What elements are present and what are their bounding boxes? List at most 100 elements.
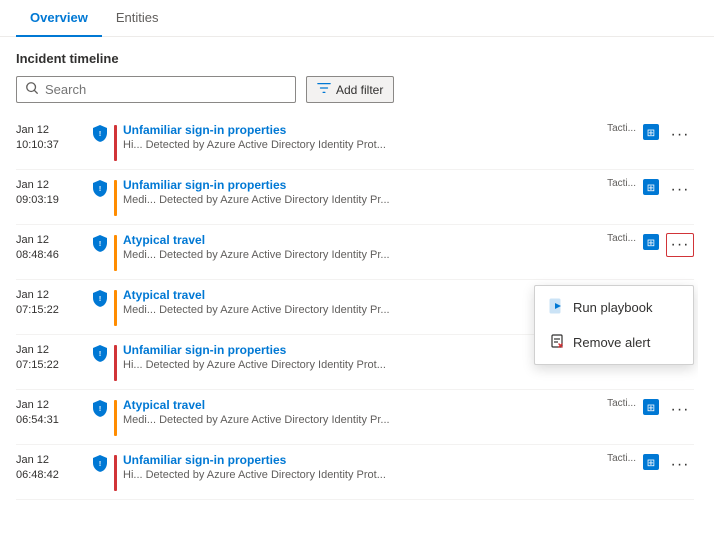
tactic-badge: Tacti... [607, 123, 636, 134]
menu-item-label: Remove alert [573, 335, 650, 350]
tab-overview[interactable]: Overview [16, 0, 102, 37]
incident-datetime: Jan 1206:54:31 [16, 398, 86, 429]
toolbar: Add filter [16, 76, 698, 103]
incident-list: Jan 1210:10:37! Unfamiliar sign-in prope… [16, 115, 694, 500]
incident-row-wrapper: Jan 1206:48:42! Unfamiliar sign-in prope… [16, 445, 694, 500]
table-row: Jan 1208:48:46! Atypical travel Medi... … [16, 225, 694, 280]
main-content: Incident timeline Add filter Jan 12 [0, 37, 714, 505]
incident-title: Atypical travel [123, 288, 601, 302]
add-filter-button[interactable]: Add filter [306, 76, 394, 103]
incident-info: Unfamiliar sign-in properties Hi... Dete… [123, 453, 601, 481]
timeline-container: Jan 1210:10:37! Unfamiliar sign-in prope… [16, 115, 698, 505]
more-options-button[interactable]: ··· [666, 233, 694, 257]
more-options-button[interactable]: ··· [666, 178, 694, 202]
tactic-badge: Tacti... [607, 233, 636, 244]
incident-info: Atypical travel Medi... Detected by Azur… [123, 233, 601, 261]
svg-text:!: ! [99, 131, 101, 138]
incident-meta: Medi... Detected by Azure Active Directo… [123, 249, 601, 261]
menu-item-label: Run playbook [573, 300, 653, 315]
tab-entities[interactable]: Entities [102, 0, 173, 37]
shield-icon: ! [92, 234, 108, 252]
incident-datetime: Jan 1206:48:42 [16, 453, 86, 484]
incident-title: Atypical travel [123, 398, 601, 412]
remove-icon [549, 333, 565, 352]
svg-text:!: ! [99, 461, 101, 468]
incident-meta: Hi... Detected by Azure Active Directory… [123, 469, 601, 481]
incident-title: Unfamiliar sign-in properties [123, 123, 601, 137]
incident-row-wrapper: Jan 1209:03:19! Unfamiliar sign-in prope… [16, 170, 694, 225]
tactic-badge: Tacti... [607, 178, 636, 189]
tab-bar: Overview Entities [0, 0, 714, 37]
search-input[interactable] [45, 82, 287, 97]
incident-meta: Hi... Detected by Azure Active Directory… [123, 139, 601, 151]
timeline-scroll[interactable]: Jan 1210:10:37! Unfamiliar sign-in prope… [16, 115, 698, 505]
incident-meta: Hi... Detected by Azure Active Directory… [123, 359, 601, 371]
incident-info: Atypical travel Medi... Detected by Azur… [123, 288, 601, 316]
svg-text:⊞: ⊞ [647, 238, 655, 249]
incident-datetime: Jan 1208:48:46 [16, 233, 86, 264]
table-row: Jan 1206:48:42! Unfamiliar sign-in prope… [16, 445, 694, 500]
incident-info: Atypical travel Medi... Detected by Azur… [123, 398, 601, 426]
section-title: Incident timeline [16, 51, 698, 66]
table-row: Jan 1209:03:19! Unfamiliar sign-in prope… [16, 170, 694, 225]
incident-title: Unfamiliar sign-in properties [123, 343, 601, 357]
context-menu: Run playbook Remove alert [534, 285, 694, 365]
incident-info: Unfamiliar sign-in properties Hi... Dete… [123, 343, 601, 371]
incident-meta: Medi... Detected by Azure Active Directo… [123, 304, 601, 316]
incident-title: Unfamiliar sign-in properties [123, 178, 601, 192]
shield-icon: ! [92, 179, 108, 197]
incident-row-wrapper: Jan 1210:10:37! Unfamiliar sign-in prope… [16, 115, 694, 170]
more-options-button[interactable]: ··· [666, 453, 694, 477]
shield-icon: ! [92, 454, 108, 472]
severity-bar [114, 345, 117, 381]
severity-bar [114, 180, 117, 216]
incident-row-wrapper: Jan 1206:54:31! Atypical travel Medi... … [16, 390, 694, 445]
alert-icon: ⊞ [642, 398, 660, 416]
incident-row-wrapper: Jan 1208:48:46! Atypical travel Medi... … [16, 225, 694, 280]
alert-icon: ⊞ [642, 178, 660, 196]
severity-bar [114, 290, 117, 326]
incident-datetime: Jan 1209:03:19 [16, 178, 86, 209]
more-options-button[interactable]: ··· [666, 398, 694, 422]
severity-bar [114, 125, 117, 161]
incident-info: Unfamiliar sign-in properties Medi... De… [123, 178, 601, 206]
svg-text:!: ! [99, 186, 101, 193]
incident-meta: Medi... Detected by Azure Active Directo… [123, 194, 601, 206]
tactic-badge: Tacti... [607, 453, 636, 464]
svg-text:!: ! [99, 406, 101, 413]
incident-title: Atypical travel [123, 233, 601, 247]
incident-datetime: Jan 1207:15:22 [16, 343, 86, 374]
incident-datetime: Jan 1210:10:37 [16, 123, 86, 154]
svg-text:⊞: ⊞ [647, 128, 655, 139]
search-icon [25, 81, 39, 98]
svg-text:⊞: ⊞ [647, 183, 655, 194]
shield-icon: ! [92, 289, 108, 307]
menu-item-remove-alert[interactable]: Remove alert [535, 325, 693, 360]
svg-text:⊞: ⊞ [647, 458, 655, 469]
table-row: Jan 1210:10:37! Unfamiliar sign-in prope… [16, 115, 694, 170]
filter-icon [317, 81, 331, 98]
table-row: Jan 1206:54:31! Atypical travel Medi... … [16, 390, 694, 445]
svg-text:!: ! [99, 351, 101, 358]
shield-icon: ! [92, 124, 108, 142]
alert-icon: ⊞ [642, 453, 660, 471]
severity-bar [114, 235, 117, 271]
alert-icon: ⊞ [642, 123, 660, 141]
svg-text:⊞: ⊞ [647, 403, 655, 414]
shield-icon: ! [92, 399, 108, 417]
incident-datetime: Jan 1207:15:22 [16, 288, 86, 319]
severity-bar [114, 400, 117, 436]
svg-text:!: ! [99, 241, 101, 248]
shield-icon: ! [92, 344, 108, 362]
search-box[interactable] [16, 76, 296, 103]
alert-icon: ⊞ [642, 233, 660, 251]
playbook-icon [549, 298, 565, 317]
menu-item-run-playbook[interactable]: Run playbook [535, 290, 693, 325]
more-options-button[interactable]: ··· [666, 123, 694, 147]
incident-info: Unfamiliar sign-in properties Hi... Dete… [123, 123, 601, 151]
incident-title: Unfamiliar sign-in properties [123, 453, 601, 467]
tactic-badge: Tacti... [607, 398, 636, 409]
incident-meta: Medi... Detected by Azure Active Directo… [123, 414, 601, 426]
svg-text:!: ! [99, 296, 101, 303]
severity-bar [114, 455, 117, 491]
